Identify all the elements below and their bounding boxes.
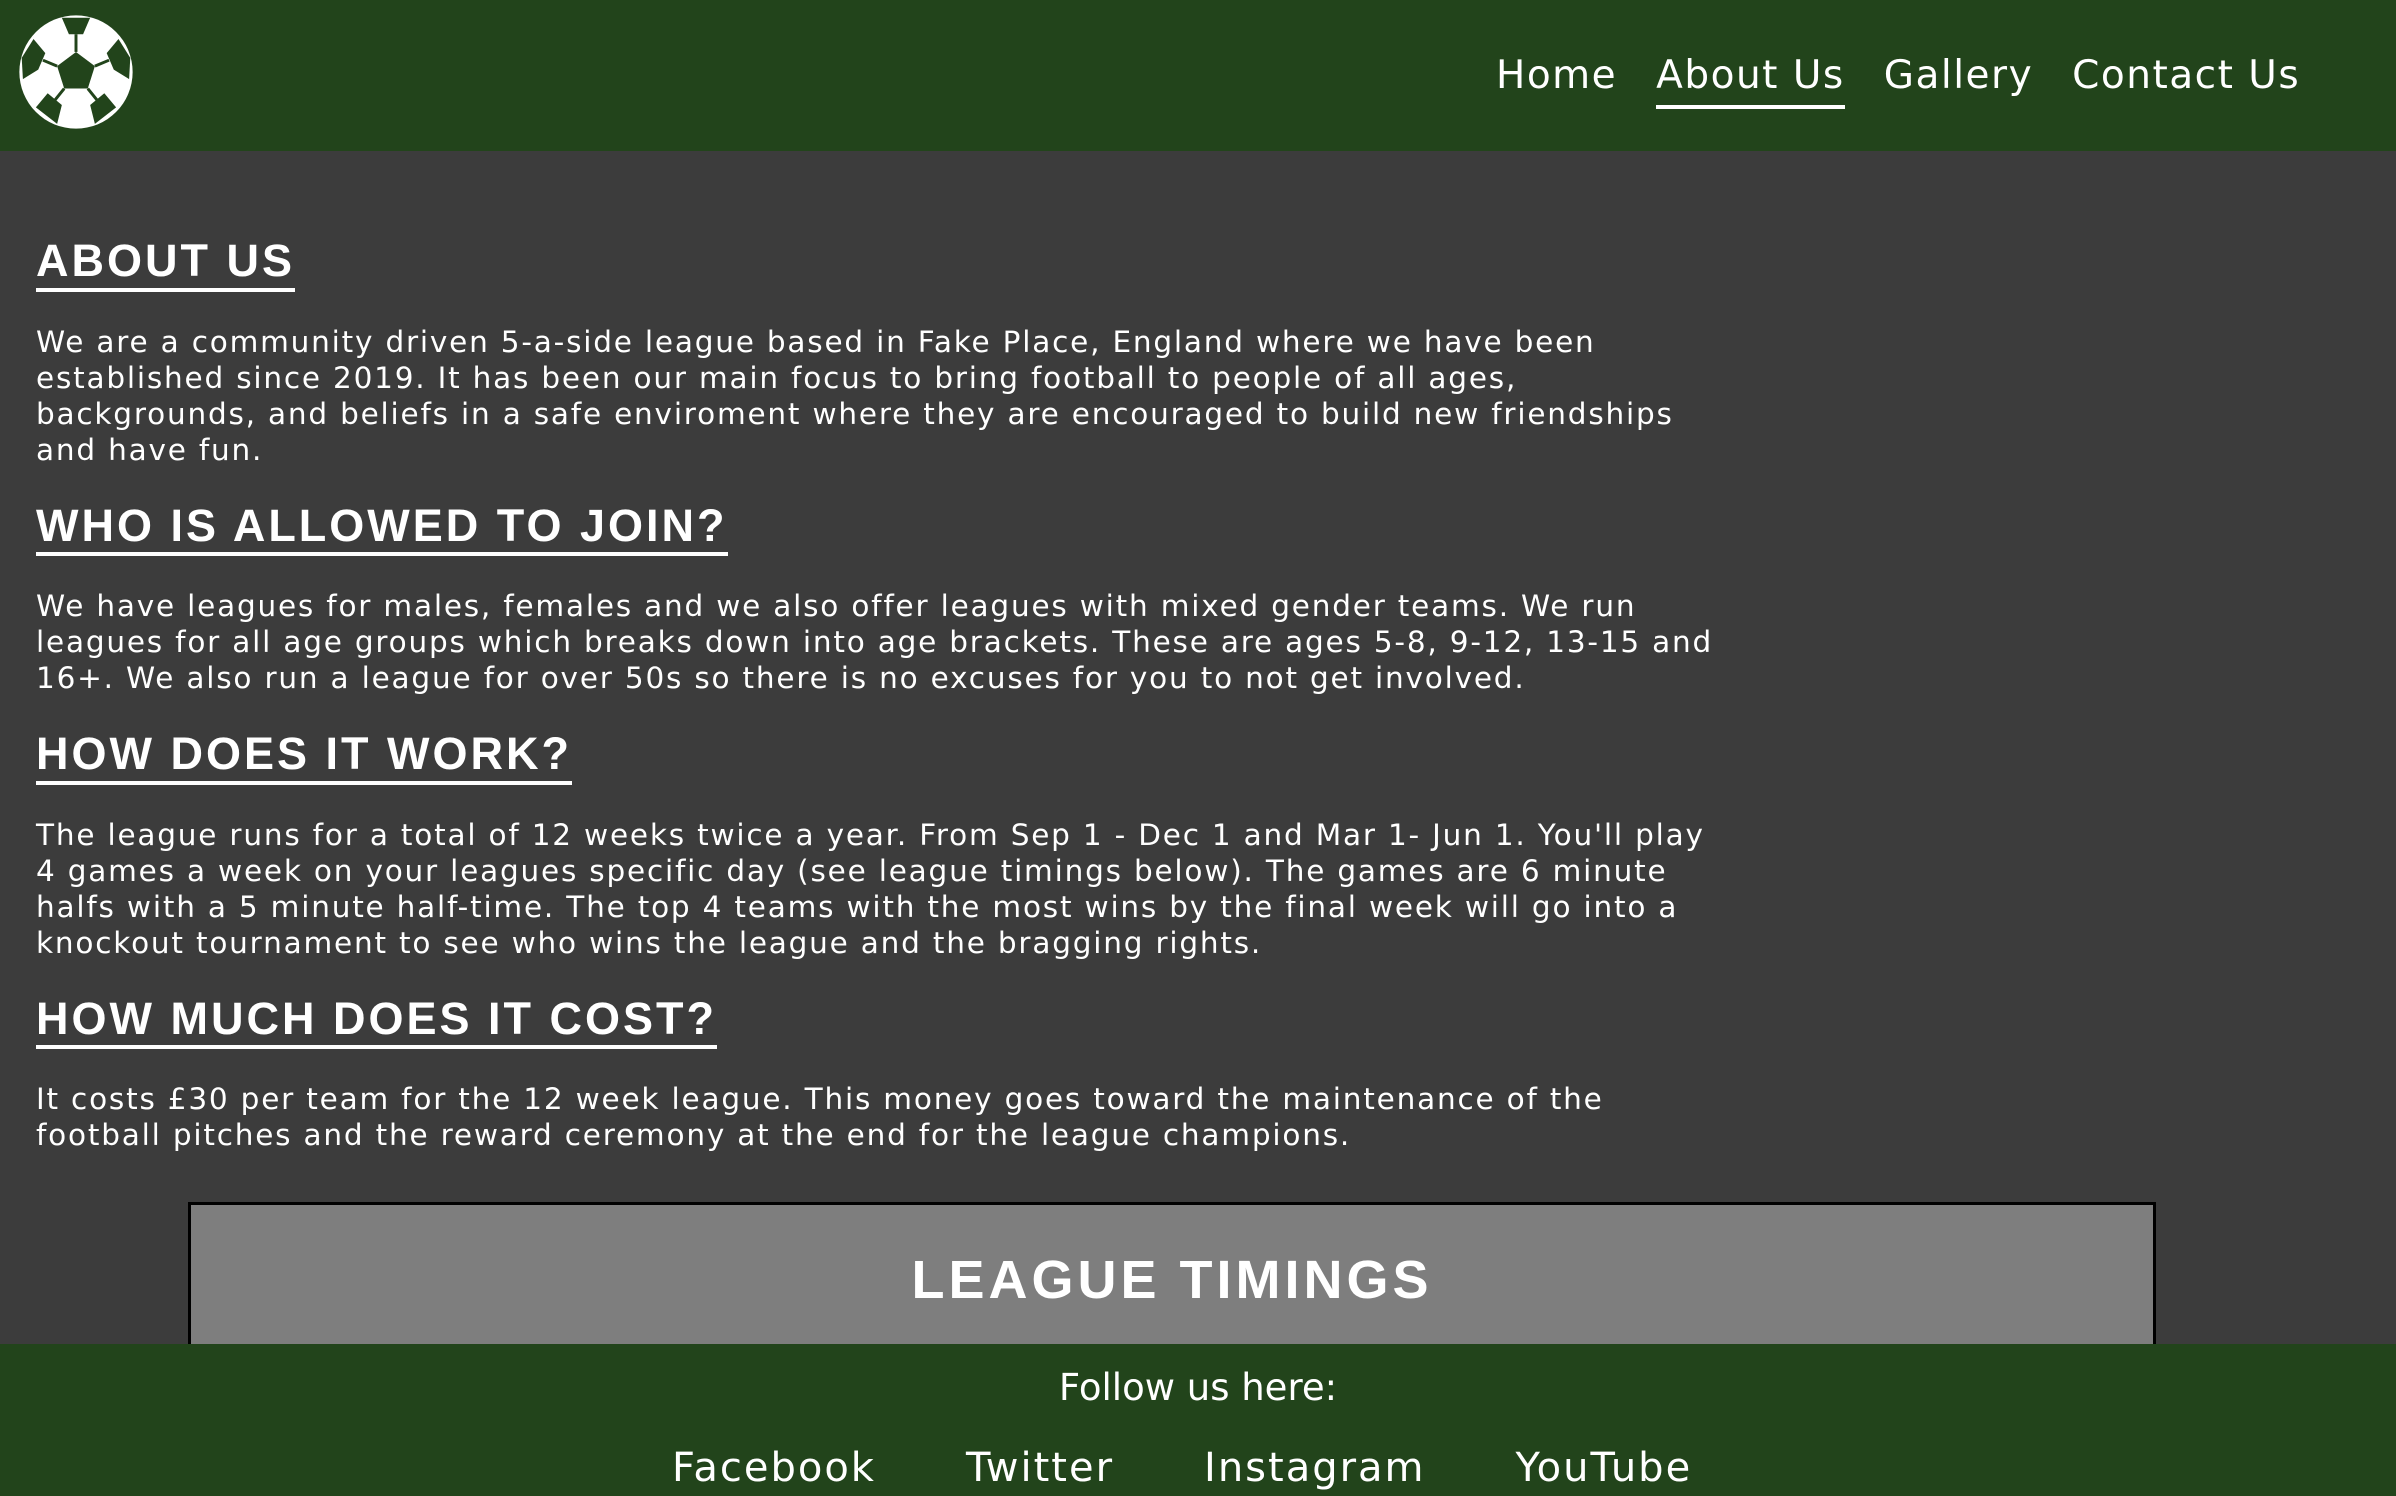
- nav-contact-us-link[interactable]: Contact Us: [2072, 53, 2300, 109]
- page: Home About Us Gallery Contact Us ABOUT U…: [0, 0, 2396, 1496]
- site-footer: Follow us here: Facebook Twitter Instagr…: [0, 1344, 2396, 1496]
- section-heading: ABOUT US: [36, 236, 295, 292]
- section-body: It costs £30 per team for the 12 week le…: [36, 1082, 1604, 1152]
- about-us-section: ABOUT US We are a community driven 5-a-s…: [36, 236, 1736, 468]
- twitter-link[interactable]: Twitter: [966, 1444, 1114, 1492]
- main-content: ABOUT US We are a community driven 5-a-s…: [36, 236, 1736, 1186]
- nav-home-link[interactable]: Home: [1496, 53, 1617, 109]
- nav-about-us-link[interactable]: About Us: [1656, 53, 1845, 109]
- follow-us-text: Follow us here:: [1058, 1366, 1338, 1409]
- social-links: Facebook Twitter Instagram YouTube: [672, 1444, 1692, 1492]
- main-nav: Home About Us Gallery Contact Us: [1496, 53, 2339, 109]
- league-timings-title: LEAGUE TIMINGS: [911, 1250, 1433, 1310]
- section-heading: HOW MUCH DOES IT COST?: [36, 993, 717, 1049]
- who-can-join-section: WHO IS ALLOWED TO JOIN? We have leagues …: [36, 500, 1736, 697]
- how-it-works-section: HOW DOES IT WORK? The league runs for a …: [36, 729, 1736, 961]
- section-heading: HOW DOES IT WORK?: [36, 729, 572, 785]
- section-body: We are a community driven 5-a-side leagu…: [36, 324, 1674, 467]
- nav-gallery-link[interactable]: Gallery: [1884, 53, 2033, 109]
- facebook-link[interactable]: Facebook: [672, 1444, 876, 1492]
- section-body: We have leagues for males, females and w…: [36, 589, 1714, 695]
- section-body: The league runs for a total of 12 weeks …: [36, 817, 1705, 960]
- soccer-ball-icon[interactable]: [17, 13, 135, 131]
- youtube-link[interactable]: YouTube: [1516, 1444, 1693, 1492]
- instagram-link[interactable]: Instagram: [1204, 1444, 1426, 1492]
- site-header: Home About Us Gallery Contact Us: [0, 0, 2396, 151]
- cost-section: HOW MUCH DOES IT COST? It costs £30 per …: [36, 993, 1736, 1154]
- section-heading: WHO IS ALLOWED TO JOIN?: [36, 500, 728, 556]
